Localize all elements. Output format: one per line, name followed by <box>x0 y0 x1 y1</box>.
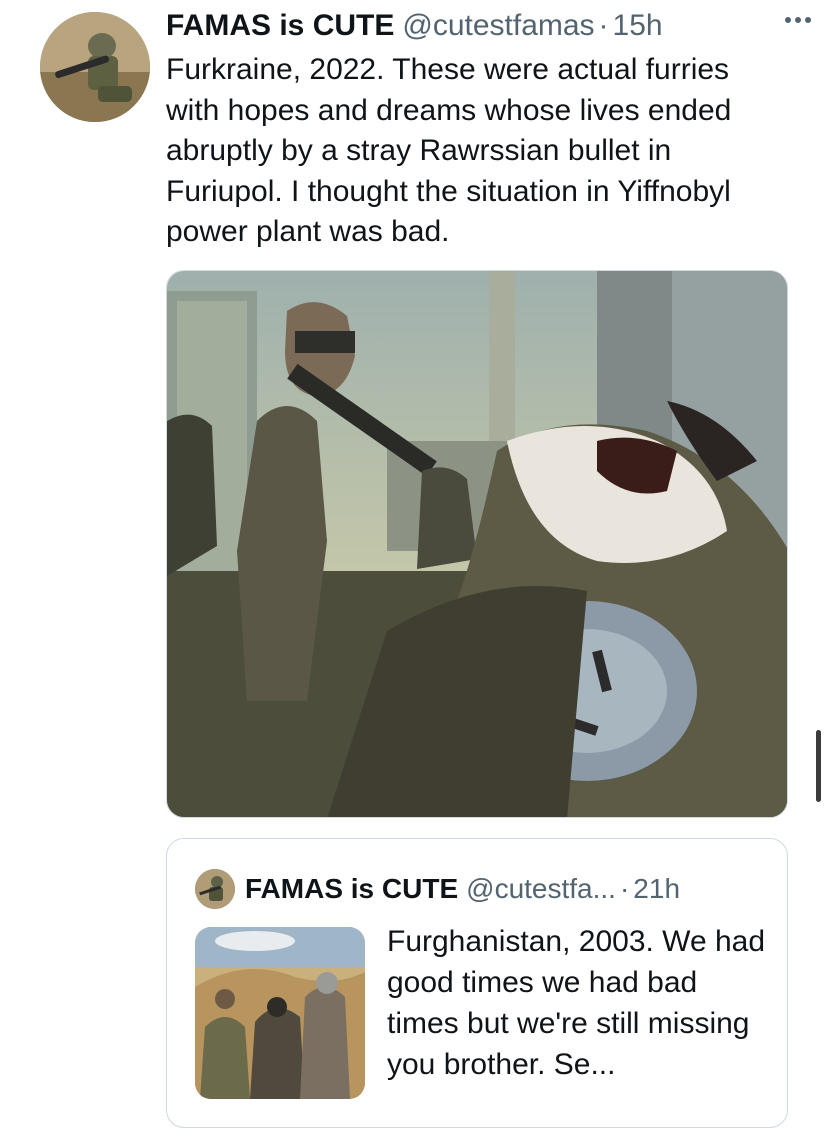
illustration-image <box>167 271 787 817</box>
author-display-name[interactable]: FAMAS is CUTE <box>166 9 394 43</box>
avatar-image <box>40 12 150 122</box>
scrollbar[interactable] <box>816 730 821 802</box>
quoted-header-separator: · <box>619 873 630 904</box>
quoted-author-avatar <box>195 869 235 909</box>
quoted-tweet-card[interactable]: FAMAS is CUTE @cutestfa... · 21h Furghan… <box>166 838 788 1128</box>
quoted-tweet-timestamp: 21h <box>633 873 681 904</box>
author-avatar[interactable] <box>40 12 150 122</box>
quoted-tweet-header: FAMAS is CUTE @cutestfa... · 21h <box>195 869 771 909</box>
quoted-avatar-image <box>195 869 235 909</box>
more-horizontal-icon <box>785 17 811 23</box>
header-separator: · <box>598 9 609 42</box>
more-options-button[interactable] <box>776 8 820 32</box>
tweet-text: Furkraine, 2022. These were actual furri… <box>166 53 732 248</box>
quoted-author-display-name: FAMAS is CUTE <box>245 873 459 904</box>
thumbnail-image <box>195 927 365 1099</box>
author-handle[interactable]: @cutestfamas <box>402 9 594 43</box>
quoted-tweet-text: Furghanistan, 2003. We had good times we… <box>387 925 766 1081</box>
quoted-author-handle: @cutestfa... <box>466 873 616 904</box>
tweet-timestamp[interactable]: 15h <box>613 9 663 43</box>
tweet-header: FAMAS is CUTE @cutestfamas · 15h <box>166 4 808 48</box>
quoted-tweet-thumbnail <box>195 927 365 1099</box>
tweet-media-image[interactable] <box>166 270 788 818</box>
